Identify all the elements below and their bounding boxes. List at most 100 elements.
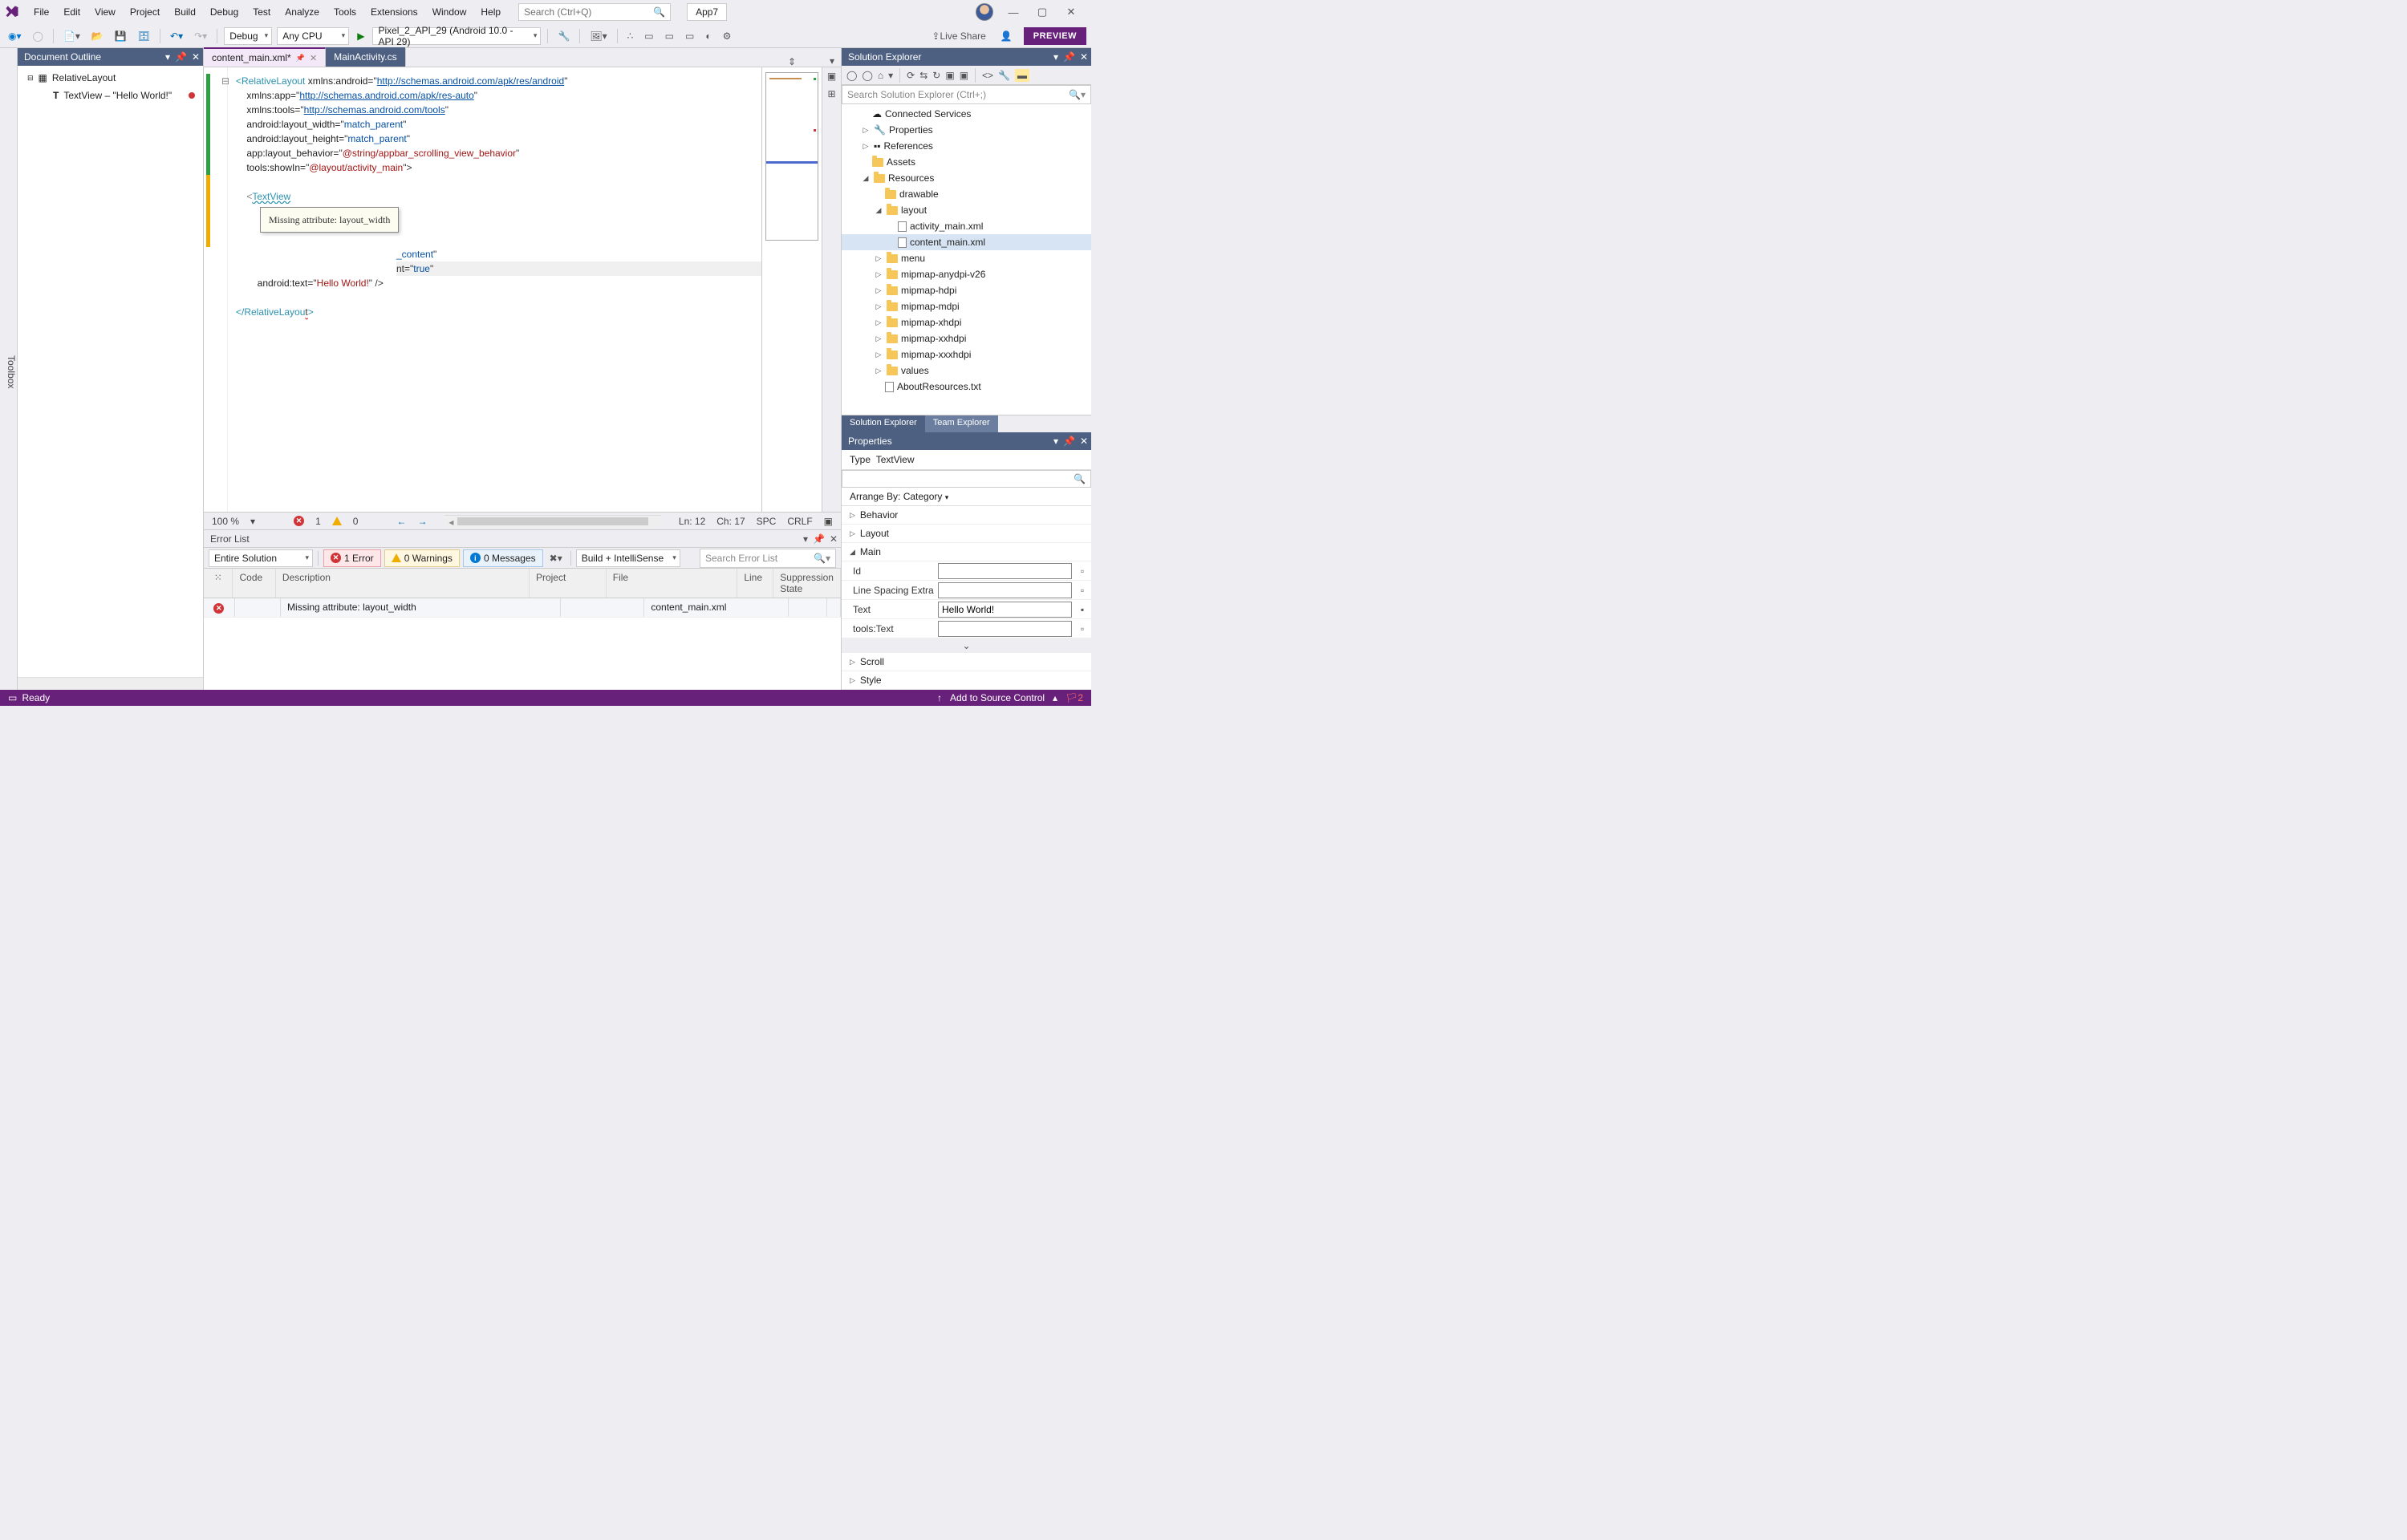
tab-team-explorer[interactable]: Team Explorer xyxy=(925,415,998,432)
preview-button[interactable]: PREVIEW xyxy=(1024,27,1086,45)
close-button[interactable]: ✕ xyxy=(1062,6,1080,18)
tb-extra-1[interactable]: 🔧 xyxy=(554,29,573,43)
tree-connected-services[interactable]: ☁Connected Services xyxy=(842,106,1091,122)
col-proj[interactable]: Project xyxy=(530,569,607,598)
live-share-button[interactable]: ⇪ Live Share xyxy=(928,29,988,43)
solution-search-input[interactable]: Search Solution Explorer (Ctrl+;) 🔍▾ xyxy=(842,85,1091,104)
undo-button[interactable]: ↶▾ xyxy=(167,29,186,43)
menu-extensions[interactable]: Extensions xyxy=(364,3,424,21)
scroll-map[interactable]: ⇕ xyxy=(761,67,822,512)
status-output-icon[interactable]: ▭ xyxy=(8,692,17,703)
menu-test[interactable]: Test xyxy=(246,3,277,21)
nav-prev-icon[interactable]: ← xyxy=(396,516,406,527)
prop-text-input[interactable] xyxy=(938,602,1072,618)
cat-style[interactable]: ▷Style xyxy=(842,671,1091,690)
tab-content-main[interactable]: content_main.xml* 📌 ✕ xyxy=(204,47,326,67)
tb-icon-4[interactable]: ▭ xyxy=(682,29,697,43)
cat-layout[interactable]: ▷Layout xyxy=(842,525,1091,543)
col-icon[interactable]: ⁙ xyxy=(204,569,233,598)
outline-root-row[interactable]: ⊟ ▦ RelativeLayout xyxy=(18,69,203,87)
tree-mipmap-xhdpi[interactable]: ▷mipmap-xhdpi xyxy=(842,314,1091,330)
tb-icon-5[interactable]: ◐ xyxy=(702,29,714,43)
tree-properties[interactable]: ▷🔧Properties xyxy=(842,122,1091,138)
toolbox-tab[interactable]: Toolbox xyxy=(0,48,18,690)
code-editor[interactable]: ⊟<RelativeLayout xmlns:android="http://s… xyxy=(204,67,761,512)
prop-lse-menu[interactable]: ▫ xyxy=(1077,585,1088,596)
tree-layout[interactable]: ◢layout xyxy=(842,202,1091,218)
menu-help[interactable]: Help xyxy=(474,3,507,21)
sol-tb-2[interactable]: ⟳ xyxy=(907,70,915,81)
split-handle[interactable]: ⇕ xyxy=(762,56,822,67)
cat-scroll[interactable]: ▷Scroll xyxy=(842,653,1091,671)
props-drop-icon[interactable]: ▾ xyxy=(1053,436,1058,447)
pin-icon[interactable]: 📌 xyxy=(175,51,187,63)
quick-search-input[interactable]: Search (Ctrl+Q) 🔍 xyxy=(518,3,671,21)
error-count[interactable]: 1 xyxy=(315,516,321,527)
notifications-icon[interactable]: 🏳2 xyxy=(1065,692,1083,703)
side-btn-1[interactable]: ▣ xyxy=(827,71,836,82)
prop-toolstext-menu[interactable]: ▫ xyxy=(1077,623,1088,634)
prop-id-input[interactable] xyxy=(938,563,1072,579)
sol-tb-7[interactable]: ▬ xyxy=(1015,69,1029,82)
col-supp[interactable]: Suppression State xyxy=(773,569,841,598)
col-code[interactable]: Code xyxy=(233,569,275,598)
clear-filter-button[interactable]: ✖▾ xyxy=(546,551,566,565)
errpanel-drop-icon[interactable]: ▾ xyxy=(803,533,808,545)
sol-tb-3[interactable]: ⇆ xyxy=(919,70,927,81)
prop-id-menu[interactable]: ▫ xyxy=(1077,565,1088,577)
sol-pin-icon[interactable]: 📌 xyxy=(1063,51,1075,63)
open-button[interactable]: 📂 xyxy=(88,29,107,43)
tree-mipmap-hdpi[interactable]: ▷mipmap-hdpi xyxy=(842,282,1091,298)
tab-solution-explorer[interactable]: Solution Explorer xyxy=(842,415,925,432)
build-intellisense-select[interactable]: Build + IntelliSense xyxy=(576,549,680,567)
tree-mipmap-mdpi[interactable]: ▷mipmap-mdpi xyxy=(842,298,1091,314)
tree-content-main[interactable]: content_main.xml xyxy=(842,234,1091,250)
tb-pic-button[interactable]: 🖼▾ xyxy=(587,29,610,43)
arrange-by-row[interactable]: Arrange By: Category ▾ xyxy=(842,488,1091,506)
new-item-button[interactable]: 📄▾ xyxy=(60,29,83,43)
tree-values[interactable]: ▷values xyxy=(842,363,1091,379)
tb-icon-3[interactable]: ▭ xyxy=(662,29,677,43)
menu-view[interactable]: View xyxy=(88,3,122,21)
pin-tab-icon[interactable]: 📌 xyxy=(296,54,305,63)
outline-hscroll[interactable] xyxy=(18,677,203,690)
tree-about-resources[interactable]: AboutResources.txt xyxy=(842,379,1091,395)
col-line[interactable]: Line xyxy=(737,569,773,598)
close-tab-icon[interactable]: ✕ xyxy=(310,53,317,63)
nav-next-icon[interactable]: → xyxy=(417,516,427,527)
panel-close-icon[interactable]: ✕ xyxy=(192,51,200,63)
start-debug-button[interactable]: ▶ xyxy=(354,29,367,43)
publish-icon[interactable]: ↑ xyxy=(937,692,942,703)
indent-mode[interactable]: SPC xyxy=(757,516,777,527)
props-expand-more[interactable]: ⌄ xyxy=(842,638,1091,653)
sol-drop-icon[interactable]: ▾ xyxy=(1053,51,1058,63)
sol-wrench-icon[interactable]: 🔧 xyxy=(998,70,1010,81)
nav-back-button[interactable]: ◉▾ xyxy=(5,29,25,43)
tree-mipmap-anydpi[interactable]: ▷mipmap-anydpi-v26 xyxy=(842,266,1091,282)
minimize-button[interactable]: — xyxy=(1005,6,1022,18)
tree-drawable[interactable]: drawable xyxy=(842,186,1091,202)
errpanel-close-icon[interactable]: ✕ xyxy=(830,533,838,545)
panel-dropdown-icon[interactable]: ▾ xyxy=(165,51,170,63)
sol-fwd-icon[interactable]: ◯ xyxy=(862,70,872,81)
menu-debug[interactable]: Debug xyxy=(204,3,245,21)
source-control-arrow-icon[interactable]: ▴ xyxy=(1053,692,1057,703)
outline-child-row[interactable]: T TextView – "Hello World!" xyxy=(18,87,203,104)
tb-icon-2[interactable]: ▭ xyxy=(641,29,656,43)
col-desc[interactable]: Description xyxy=(276,569,530,598)
prop-lse-input[interactable] xyxy=(938,582,1072,598)
nav-fwd-button[interactable]: ◯ xyxy=(30,29,47,43)
menu-window[interactable]: Window xyxy=(426,3,473,21)
save-button[interactable]: 💾 xyxy=(112,29,130,43)
tree-mipmap-xxhdpi[interactable]: ▷mipmap-xxhdpi xyxy=(842,330,1091,346)
solution-name[interactable]: App7 xyxy=(687,3,727,21)
menu-project[interactable]: Project xyxy=(124,3,166,21)
menu-file[interactable]: File xyxy=(27,3,55,21)
tb-icon-1[interactable]: ∴ xyxy=(624,29,637,43)
tree-activity-main[interactable]: activity_main.xml xyxy=(842,218,1091,234)
sol-refresh-icon[interactable]: ↻ xyxy=(932,70,940,81)
tree-references[interactable]: ▷▪▪References xyxy=(842,138,1091,154)
sol-tb-6[interactable]: <> xyxy=(982,70,993,81)
errors-filter-pill[interactable]: ✕1 Error xyxy=(323,549,381,567)
prop-toolstext-input[interactable] xyxy=(938,621,1072,637)
